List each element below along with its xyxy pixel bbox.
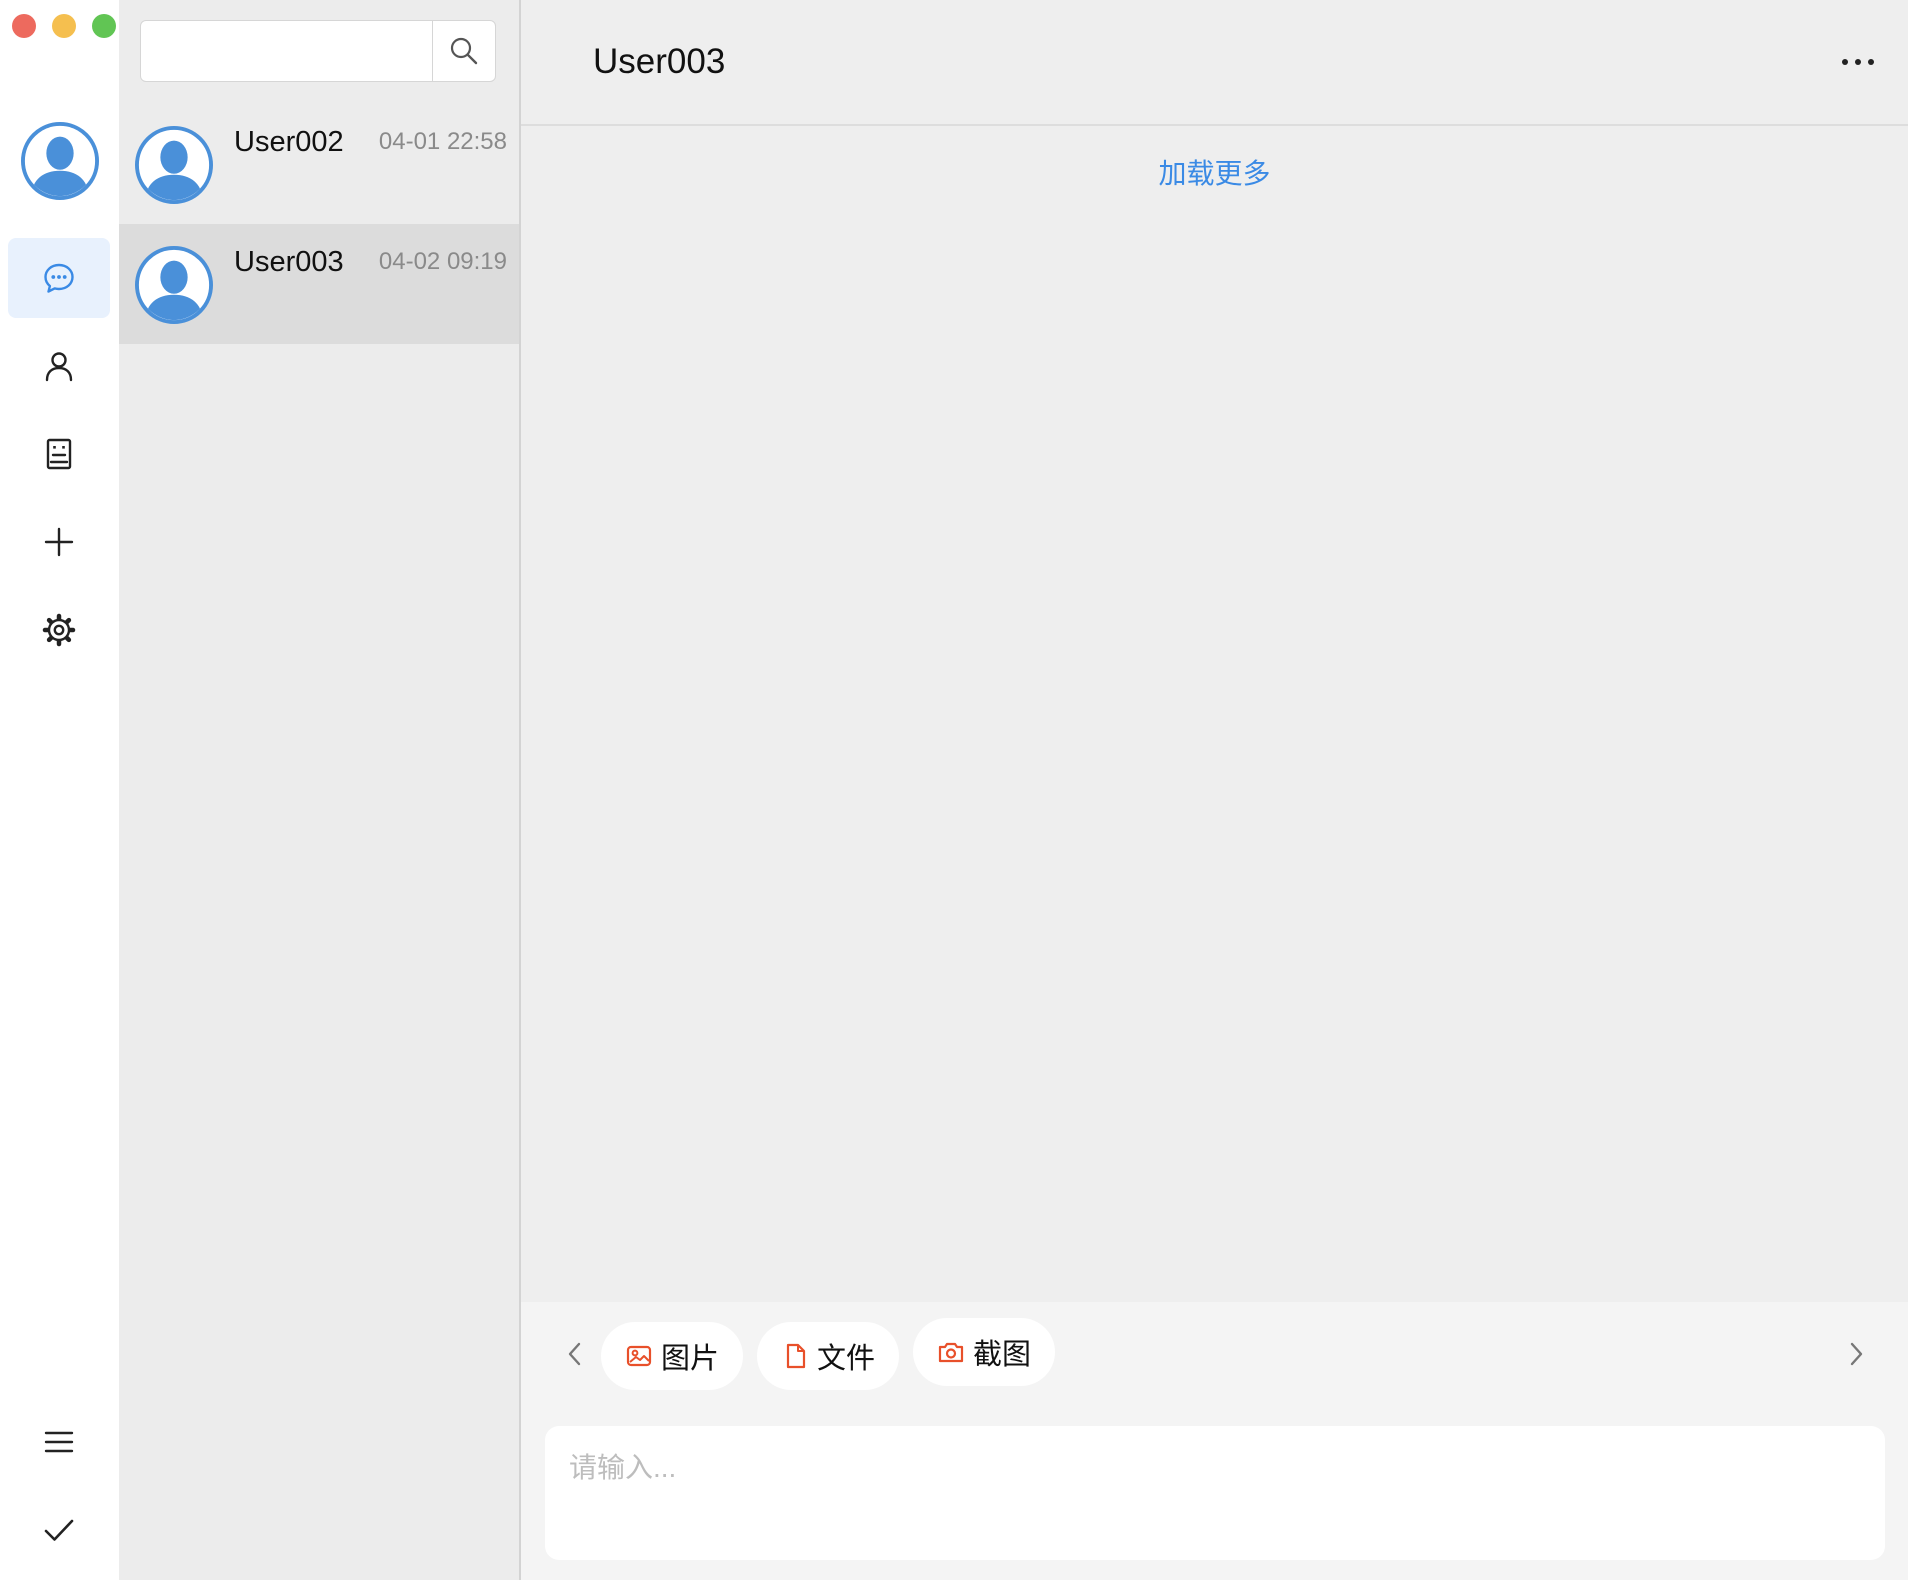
image-icon [626,1345,652,1367]
screenshot-label: 截图 [972,1339,1031,1371]
contact-avatar [135,246,213,324]
chat-bubble-icon [44,263,74,293]
conversation-name: User002 [234,126,344,158]
plus-icon [44,527,74,557]
nav-address-book-button[interactable] [8,414,110,494]
nav-settings-button[interactable] [8,590,110,670]
camera-icon [938,1342,964,1363]
close-window-button[interactable] [12,14,36,38]
search-input[interactable] [141,21,431,81]
message-input[interactable] [545,1426,1885,1560]
send-image-label: 图片 [660,1343,719,1375]
gear-icon [42,613,76,647]
send-image-button[interactable]: 图片 [601,1322,743,1390]
file-icon [786,1343,806,1369]
conversation-item-selected[interactable]: User003 04-02 09:19 [119,224,519,344]
conversation-name: User003 [234,246,344,278]
nav-sidebar [0,0,119,1580]
zoom-window-button[interactable] [92,14,116,38]
search-box [140,20,496,82]
my-avatar[interactable] [21,122,99,200]
window-controls [12,14,116,38]
check-icon [44,1519,74,1541]
chat-app-window: User002 04-01 22:58 User003 04-02 09:19 … [0,0,1908,1580]
conversation-item[interactable]: User002 04-01 22:58 [119,104,519,224]
nav-add-button[interactable] [8,502,110,582]
search-button[interactable] [432,21,495,81]
send-file-label: 文件 [816,1343,875,1375]
conversation-list-panel: User002 04-01 22:58 User003 04-02 09:19 [119,0,521,1580]
nav-chats-button[interactable] [8,238,110,318]
chat-panel: User003 加载更多 图片 文件 截图 请输入... [521,0,1908,1580]
conversation-time: 04-02 09:19 [378,248,507,275]
chat-title: User003 [593,42,726,81]
nav-check-button[interactable] [8,1490,110,1570]
search-icon [450,37,478,65]
chevron-left-icon[interactable] [559,1336,591,1372]
minimize-window-button[interactable] [52,14,76,38]
load-more-link[interactable]: 加载更多 [521,152,1908,192]
menu-icon [44,1431,74,1453]
screenshot-button[interactable]: 截图 [913,1318,1055,1386]
contact-avatar [135,126,213,204]
contact-card-icon [46,438,72,470]
message-input-box [545,1426,1885,1560]
conversation-time: 04-01 22:58 [378,128,507,155]
nav-contacts-button[interactable] [8,326,110,406]
user-icon [45,352,73,382]
send-file-button[interactable]: 文件 [757,1322,899,1390]
chat-header: User003 [521,0,1908,126]
nav-menu-button[interactable] [8,1402,110,1482]
more-options-icon[interactable] [1836,44,1880,80]
chevron-right-icon[interactable] [1840,1336,1872,1372]
